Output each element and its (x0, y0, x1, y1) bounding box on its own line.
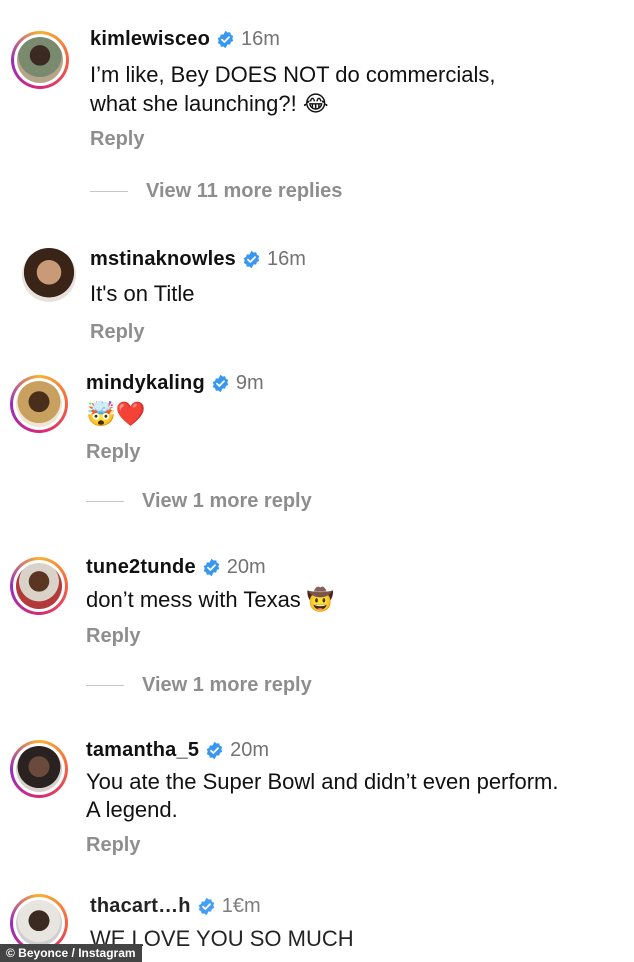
view-more-replies-button[interactable]: View 1 more reply (86, 490, 312, 513)
avatar[interactable] (22, 248, 76, 302)
view-more-replies-label: View 1 more reply (142, 490, 312, 512)
comment-text: You ate the Super Bowl and didn’t even p… (86, 769, 559, 794)
divider (90, 191, 128, 192)
comment-header: kimlewisceo 16m (90, 28, 280, 51)
divider (86, 685, 124, 686)
photo-credit: © Beyonce / Instagram (0, 944, 142, 962)
verified-badge-icon (203, 558, 220, 577)
reply-button[interactable]: Reply (86, 441, 140, 464)
comment-header: tamantha_5 20m (86, 739, 269, 762)
avatar[interactable] (11, 31, 69, 89)
username[interactable]: mindykaling (86, 372, 205, 395)
comment-time: 16m (241, 28, 280, 50)
comment-time: 20m (226, 556, 266, 578)
comment-header: thacart…h 1€m (90, 895, 261, 918)
username[interactable]: tune2tunde (86, 556, 196, 579)
username[interactable]: kimlewisceo (90, 28, 210, 51)
comment-text: don’t mess with Texas 🤠 (86, 587, 335, 612)
verified-badge-icon (198, 897, 214, 916)
comment-text: I’m like, Bey DOES NOT do commercials, (90, 62, 496, 87)
avatar[interactable] (10, 740, 68, 798)
verified-badge-icon (217, 30, 234, 49)
comment-time: 20m (230, 739, 270, 761)
view-more-replies-label: View 1 more reply (142, 674, 312, 696)
comment-header: mstinaknowles 16m (90, 248, 306, 271)
reply-button[interactable]: Reply (90, 128, 144, 151)
view-more-replies-label: View 11 more replies (146, 180, 343, 202)
comment-text: It's on Title (90, 281, 195, 306)
verified-badge-icon (206, 741, 223, 760)
verified-badge-icon (212, 374, 229, 393)
avatar[interactable] (10, 375, 68, 433)
avatar[interactable] (10, 557, 68, 615)
username[interactable]: tamantha_5 (86, 739, 199, 762)
comment-text-line2: A legend. (86, 797, 178, 822)
comment-header: mindykaling 9m (86, 372, 264, 395)
view-more-replies-button[interactable]: View 11 more replies (90, 180, 342, 203)
comment-time: 9m (235, 372, 264, 394)
reply-button[interactable]: Reply (90, 321, 144, 344)
comment-text: 🤯❤️ (86, 400, 146, 428)
comment-header: tune2tunde 20m (86, 556, 266, 579)
username[interactable]: thacart…h (90, 895, 191, 918)
comment-time: 1€m (221, 895, 261, 917)
divider (86, 501, 124, 502)
view-more-replies-button[interactable]: View 1 more reply (86, 674, 312, 697)
reply-button[interactable]: Reply (86, 834, 140, 857)
comment-time: 16m (266, 248, 306, 270)
username[interactable]: mstinaknowles (90, 248, 236, 271)
reply-button[interactable]: Reply (86, 625, 140, 648)
comment-text-line2: what she launching?! 😂 (90, 91, 329, 116)
verified-badge-icon (243, 250, 260, 269)
